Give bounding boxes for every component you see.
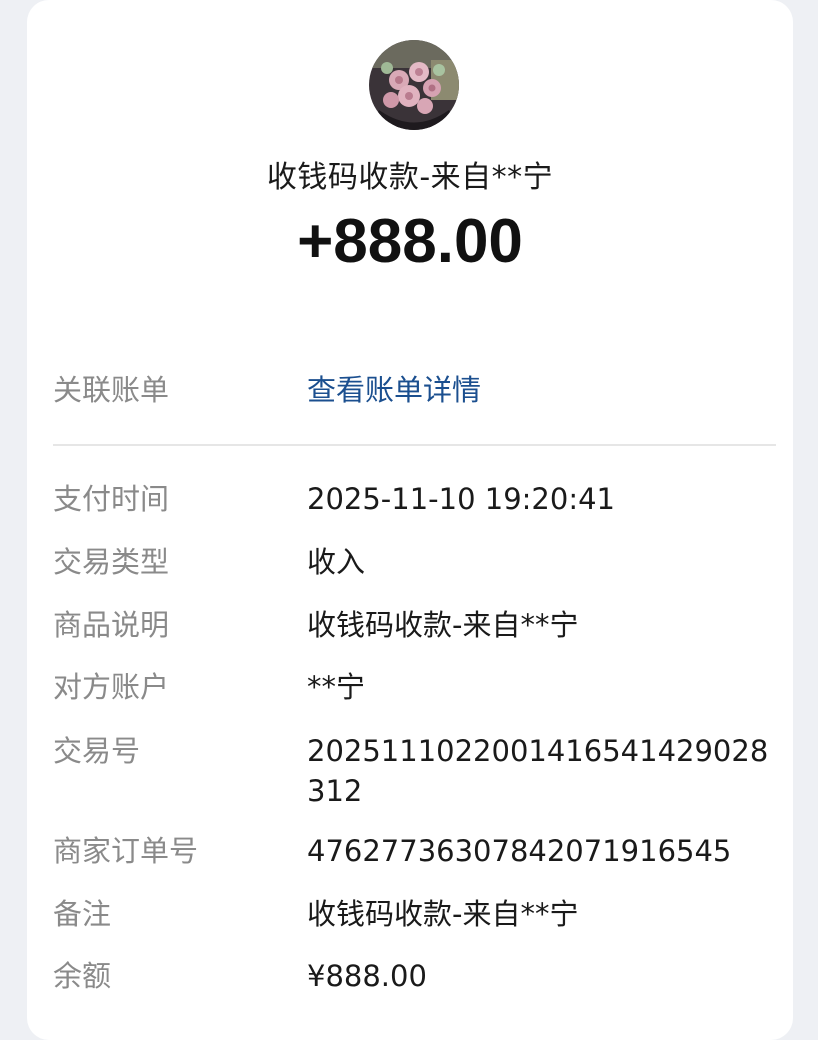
detail-value: 收钱码收款-来自**宁 bbox=[307, 897, 579, 931]
transaction-detail-card: 收钱码收款-来自**宁 +888.00 关联账单 查看账单详情 支付时间 202… bbox=[27, 0, 793, 1040]
view-bill-details-link[interactable]: 查看账单详情 bbox=[307, 370, 777, 410]
detail-label: 交易号 bbox=[53, 734, 141, 768]
detail-value[interactable]: 476277363078420719165​45 bbox=[307, 831, 777, 871]
linked-bill-label: 关联账单 bbox=[53, 373, 170, 407]
rose-bouquet-avatar-icon bbox=[369, 40, 459, 130]
detail-value: **宁 bbox=[307, 670, 366, 704]
detail-value: 收入 bbox=[307, 545, 366, 579]
detail-label: 商品说明 bbox=[53, 608, 170, 642]
detail-label: 余额 bbox=[53, 959, 112, 993]
detail-label: 对方账户 bbox=[53, 670, 170, 704]
detail-value: ¥888.00 bbox=[307, 959, 427, 993]
detail-value: 收钱码收款-来自**宁 bbox=[307, 608, 579, 642]
detail-value[interactable]: 2025111022001416541429028312 bbox=[307, 731, 777, 811]
detail-label: 交易类型 bbox=[53, 545, 170, 579]
detail-label: 商家订单号 bbox=[53, 834, 199, 868]
transaction-amount: +888.00 bbox=[297, 207, 523, 276]
detail-value: 2025-11-10 19:20:41 bbox=[307, 482, 615, 516]
detail-label: 备注 bbox=[53, 897, 112, 931]
divider bbox=[53, 444, 776, 446]
payee-title: 收钱码收款-来自**宁 bbox=[266, 160, 554, 195]
detail-label: 支付时间 bbox=[53, 482, 170, 516]
